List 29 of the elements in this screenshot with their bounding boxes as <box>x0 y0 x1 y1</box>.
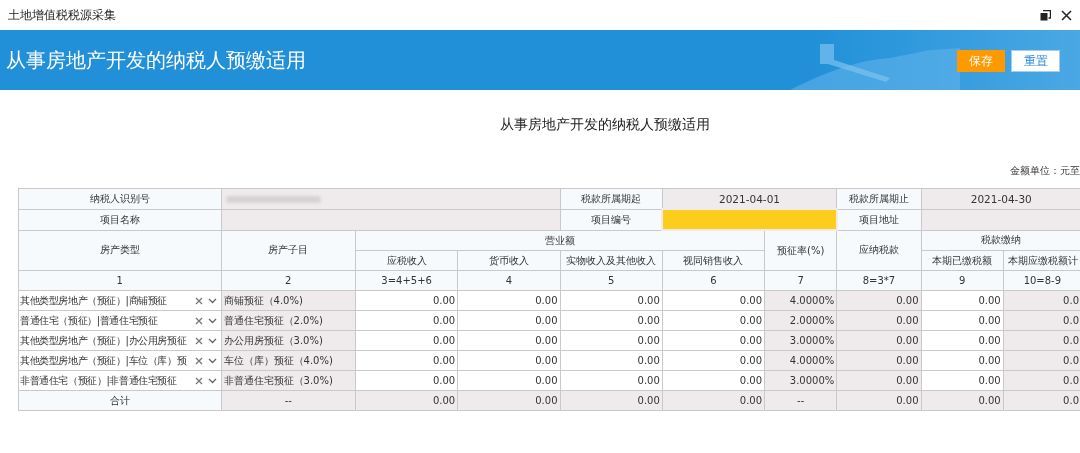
field-label: 税款所属期起 <box>560 188 663 209</box>
field-label: 纳税人识别号 <box>18 188 222 209</box>
clear-icon[interactable] <box>194 296 203 305</box>
clear-icon[interactable] <box>194 316 203 325</box>
column-header: 预征率(%) <box>764 230 837 271</box>
clear-icon[interactable] <box>194 336 203 345</box>
chevron-down-icon[interactable] <box>207 337 217 344</box>
column-header: 营业额 <box>355 230 765 251</box>
restore-icon[interactable] <box>1040 9 1051 21</box>
field-value: 2021-04-30 <box>921 188 1080 209</box>
chevron-down-icon[interactable] <box>207 357 217 364</box>
column-number: 1 <box>18 270 222 291</box>
unit-label: 金额单位：元至 <box>1010 164 1080 178</box>
close-icon[interactable] <box>1061 9 1072 21</box>
column-header: 应纳税款 <box>836 230 921 271</box>
chevron-down-icon[interactable] <box>207 317 217 324</box>
form-title: 从事房地产开发的纳税人预缴适用 <box>499 116 711 134</box>
field-label: 项目名称 <box>18 209 222 230</box>
page-heading: 从事房地产开发的纳税人预缴适用 <box>6 46 306 74</box>
window-title: 土地增值税税源采集 <box>8 6 116 24</box>
reset-button[interactable]: 重置 <box>1011 50 1060 72</box>
field-label: 税款所属期止 <box>836 188 921 209</box>
chevron-down-icon[interactable] <box>207 297 217 304</box>
column-header: 房产类型 <box>18 230 222 271</box>
column-header: 房产子目 <box>221 230 356 271</box>
total-label: 合计 <box>18 390 222 411</box>
clear-icon[interactable] <box>194 376 203 385</box>
clear-icon[interactable] <box>194 356 203 365</box>
chevron-down-icon[interactable] <box>207 377 217 384</box>
